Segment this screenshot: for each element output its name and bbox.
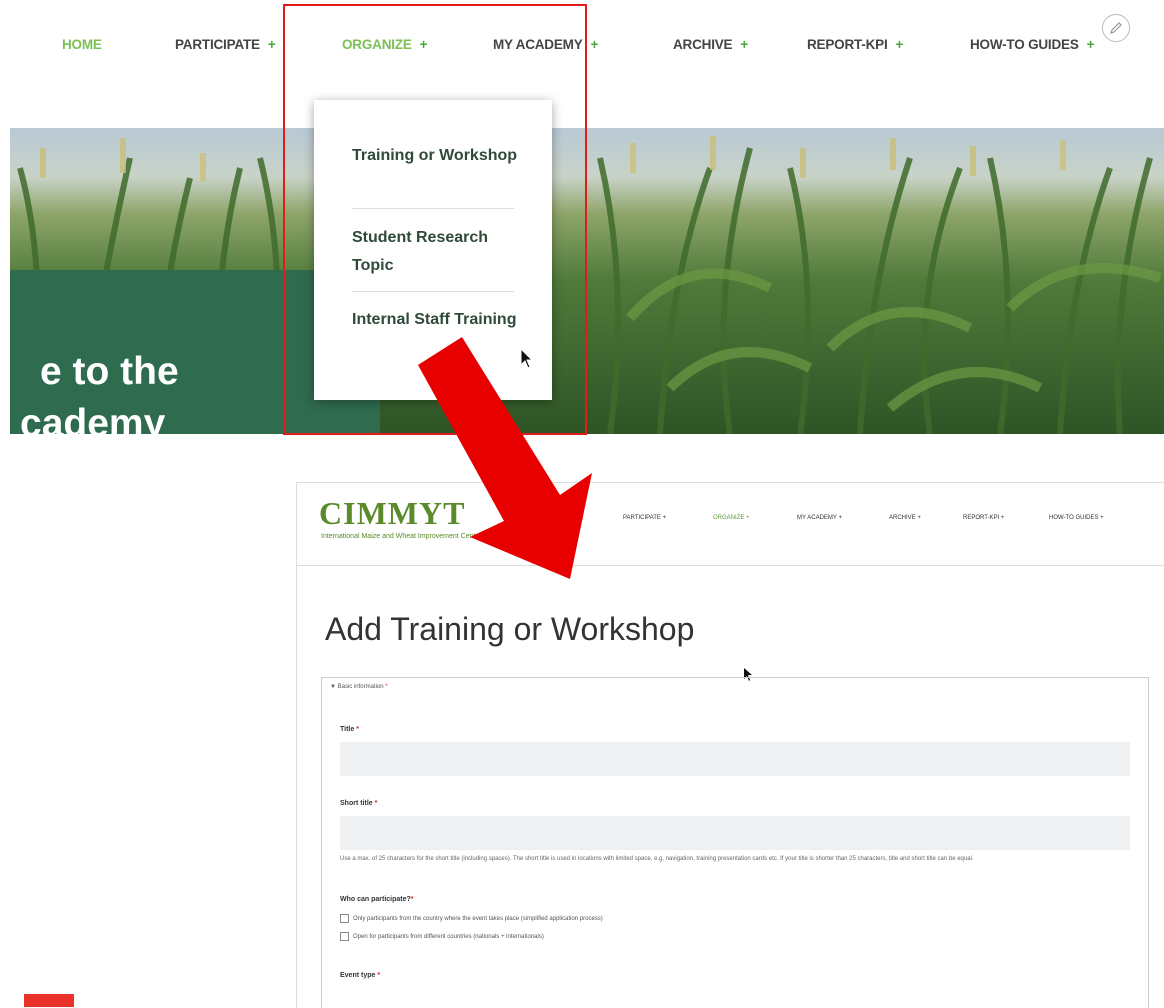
nav-how-to-guides[interactable]: HOW-TO GUIDES + xyxy=(1049,515,1104,521)
expand-plus-icon[interactable]: + xyxy=(896,37,904,52)
checkbox-icon[interactable] xyxy=(340,932,349,941)
option-international-participants[interactable]: Open for participants from different cou… xyxy=(340,932,544,941)
nav-report-kpi[interactable]: REPORT-KPI + xyxy=(963,515,1004,521)
basic-information-section: ▼ Basic information * Title * Short titl… xyxy=(321,677,1149,1008)
checkbox-icon[interactable] xyxy=(340,914,349,923)
event-type-label: Event type * xyxy=(340,972,381,979)
expand-plus-icon[interactable]: + xyxy=(591,37,599,52)
expand-plus-icon[interactable]: + xyxy=(1087,37,1095,52)
short-title-label: Short title * xyxy=(340,800,378,807)
nav-my-academy[interactable]: MY ACADEMY + xyxy=(797,515,842,521)
page-title: Add Training or Workshop xyxy=(325,611,695,647)
expand-plus-icon[interactable]: + xyxy=(740,37,748,52)
expand-plus-icon[interactable]: + xyxy=(268,37,276,52)
short-title-help-text: Use a max. of 25 characters for the shor… xyxy=(340,856,974,862)
nav-archive[interactable]: ARCHIVE + xyxy=(673,37,748,52)
nav-how-to-guides[interactable]: HOW-TO GUIDES + xyxy=(970,37,1095,52)
nav-participate[interactable]: PARTICIPATE + xyxy=(175,37,276,52)
title-label: Title * xyxy=(340,726,359,733)
short-title-input[interactable] xyxy=(340,816,1130,850)
arrow-down-right-icon xyxy=(418,337,592,579)
section-toggle[interactable]: ▼ Basic information * xyxy=(330,684,388,690)
hero-heading: e to the cademy xyxy=(20,350,179,434)
main-navigation: HOME PARTICIPATE + ORGANIZE + MY ACADEMY + … xyxy=(10,0,1164,88)
nav-home[interactable]: HOME xyxy=(62,37,102,52)
edit-pencil-icon[interactable] xyxy=(1102,14,1130,42)
who-can-participate-label: Who can participate?* xyxy=(340,896,414,903)
option-local-participants[interactable]: Only participants from the country where… xyxy=(340,914,603,923)
nav-organize[interactable]: ORGANIZE + xyxy=(713,515,750,521)
nav-archive[interactable]: ARCHIVE + xyxy=(889,515,921,521)
title-input[interactable] xyxy=(340,742,1130,776)
corner-graphic xyxy=(24,994,74,1007)
nav-report-kpi[interactable]: REPORT-KPI + xyxy=(807,37,903,52)
